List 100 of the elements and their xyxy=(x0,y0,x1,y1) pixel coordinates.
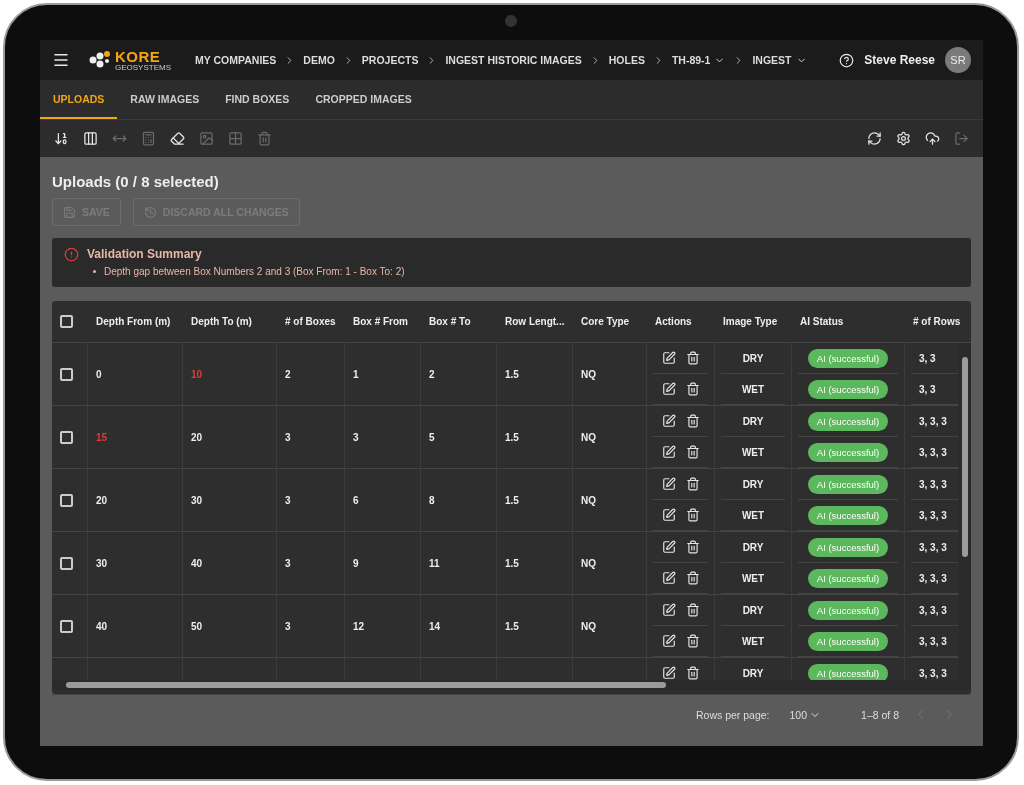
column-header[interactable]: Row Lengt... xyxy=(497,316,573,327)
breadcrumb-link[interactable]: INGEST HISTORIC IMAGES xyxy=(445,54,582,66)
delete-icon[interactable] xyxy=(685,634,700,648)
breadcrumb-link[interactable]: HOLES xyxy=(608,54,645,66)
status-badge: AI (successful) xyxy=(807,411,889,431)
delete-icon[interactable] xyxy=(685,477,700,491)
delete-icon[interactable] xyxy=(685,508,700,522)
column-header[interactable]: Depth To (m) xyxy=(183,316,277,327)
status-badge: AI (successful) xyxy=(807,348,889,368)
select-all-checkbox[interactable] xyxy=(60,315,73,328)
menu-icon[interactable] xyxy=(52,51,70,69)
depth-to-cell: 30 xyxy=(191,494,203,506)
core-type-cell: NQ xyxy=(581,368,596,380)
row-length-cell: 1.5 xyxy=(505,620,519,632)
box-from-cell: 12 xyxy=(353,620,365,632)
breadcrumb-link[interactable]: PROJECTS xyxy=(361,54,419,66)
vertical-scrollbar[interactable] xyxy=(959,343,971,680)
horizontal-scrollbar[interactable] xyxy=(52,680,971,690)
row-count-cell: 3, 3, 3 xyxy=(919,509,947,521)
box-from-cell: 1 xyxy=(353,368,359,380)
delete-icon[interactable] xyxy=(685,603,700,617)
help-icon[interactable] xyxy=(839,52,855,68)
edit-icon[interactable] xyxy=(661,414,676,428)
row-checkbox[interactable] xyxy=(60,556,73,570)
column-header[interactable]: # of Rows xyxy=(905,316,965,327)
tab[interactable]: RAW IMAGES xyxy=(117,80,213,119)
depth-to-cell: 50 xyxy=(191,620,203,632)
box-count-cell: 3 xyxy=(285,431,291,443)
refresh-icon[interactable] xyxy=(867,131,882,146)
delete-icon[interactable] xyxy=(685,351,700,365)
core-type-cell: NQ xyxy=(581,494,596,506)
sort-icon[interactable] xyxy=(54,131,69,146)
column-header[interactable]: Actions xyxy=(647,316,715,327)
box-to-cell: 14 xyxy=(429,620,441,632)
columns-icon[interactable] xyxy=(83,131,98,146)
depth-from-cell: 40 xyxy=(96,620,108,632)
row-checkbox[interactable] xyxy=(60,367,73,381)
edit-icon[interactable] xyxy=(661,540,676,554)
delete-icon[interactable] xyxy=(685,382,700,396)
image-type-cell: DRY xyxy=(742,604,764,616)
column-header[interactable]: Box # To xyxy=(421,316,497,327)
alert-icon xyxy=(64,247,79,262)
camera-icon xyxy=(505,15,517,27)
depth-from-cell: 30 xyxy=(96,557,108,569)
column-header[interactable]: Core Type xyxy=(573,316,647,327)
settings-icon[interactable] xyxy=(896,131,911,146)
depth-from-cell: 15 xyxy=(96,431,108,443)
page-title: Uploads (0 / 8 selected) xyxy=(52,173,220,190)
rows-per-page-select[interactable]: 100 xyxy=(783,707,828,722)
breadcrumb-link[interactable]: MY COMPANIES xyxy=(195,54,277,66)
status-badge: AI (successful) xyxy=(807,631,889,651)
row-length-cell: 1.5 xyxy=(505,431,519,443)
column-header[interactable]: # of Boxes xyxy=(277,316,345,327)
tab[interactable]: FIND BOXES xyxy=(212,80,303,119)
edit-icon[interactable] xyxy=(661,603,676,617)
column-header[interactable]: Depth From (m) xyxy=(88,316,183,327)
depth-to-cell: 10 xyxy=(191,368,203,380)
status-badge: AI (successful) xyxy=(807,537,889,557)
row-length-cell: 1.5 xyxy=(505,368,519,380)
column-header[interactable]: AI Status xyxy=(792,316,905,327)
edit-icon[interactable] xyxy=(661,382,676,396)
row-count-cell: 3, 3, 3 xyxy=(919,478,947,490)
tab[interactable]: CROPPED IMAGES xyxy=(302,80,425,119)
user-avatar[interactable]: SR xyxy=(945,47,971,73)
edit-icon[interactable] xyxy=(661,351,676,365)
row-checkbox[interactable] xyxy=(60,493,73,507)
edit-icon[interactable] xyxy=(661,666,676,680)
delete-icon[interactable] xyxy=(685,445,700,459)
row-checkbox[interactable] xyxy=(60,430,73,444)
image-type-cell: DRY xyxy=(742,478,764,490)
breadcrumb-link[interactable]: DEMO xyxy=(303,54,335,66)
save-icon xyxy=(63,205,76,219)
row-count-cell: 3, 3, 3 xyxy=(919,541,947,553)
edit-icon[interactable] xyxy=(661,508,676,522)
box-from-cell: 9 xyxy=(353,557,359,569)
column-header[interactable]: Box # From xyxy=(345,316,421,327)
box-to-cell: 2 xyxy=(429,368,435,380)
eraser-icon[interactable] xyxy=(170,131,185,146)
breadcrumb-link[interactable]: TH-89-1 xyxy=(671,54,726,66)
logo-tagline: GEOSYSTEMS xyxy=(115,63,171,72)
row-count-cell: 3, 3, 3 xyxy=(919,635,947,647)
row-checkbox[interactable] xyxy=(60,619,73,633)
depth-to-cell: 40 xyxy=(191,557,203,569)
delete-icon[interactable] xyxy=(685,414,700,428)
edit-icon[interactable] xyxy=(661,571,676,585)
breadcrumb-link[interactable]: INGEST xyxy=(752,54,807,66)
box-count-cell: 3 xyxy=(285,557,291,569)
image-type-cell: DRY xyxy=(742,415,764,427)
image-type-cell: WET xyxy=(741,635,765,647)
cloud-upload-icon[interactable] xyxy=(925,131,940,146)
edit-icon[interactable] xyxy=(661,477,676,491)
delete-icon[interactable] xyxy=(685,666,700,680)
page-range: 1–8 of 8 xyxy=(861,708,899,721)
column-header[interactable]: Image Type xyxy=(715,316,792,327)
edit-icon[interactable] xyxy=(661,634,676,648)
core-type-cell: NQ xyxy=(581,620,596,632)
edit-icon[interactable] xyxy=(661,445,676,459)
delete-icon[interactable] xyxy=(685,571,700,585)
status-badge: AI (successful) xyxy=(807,442,889,462)
delete-icon[interactable] xyxy=(685,540,700,554)
